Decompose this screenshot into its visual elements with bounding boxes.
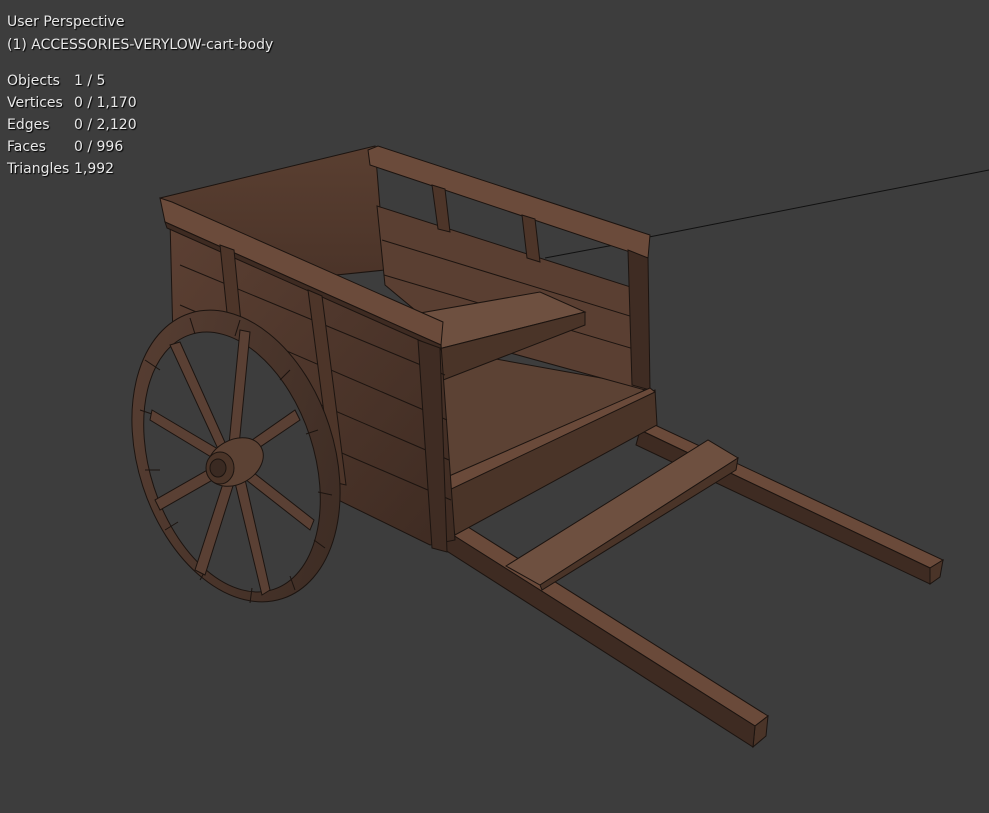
stat-label: Triangles <box>7 161 70 177</box>
stat-label: Faces <box>7 139 46 155</box>
stat-row-edges: Edges 0 / 2,120 <box>7 114 137 136</box>
viewport-view-name: User Perspective <box>7 14 125 30</box>
stat-label: Vertices <box>7 95 63 111</box>
active-object-name: (1) ACCESSORIES-VERYLOW-cart-body <box>7 37 274 53</box>
stat-row-faces: Faces 0 / 996 <box>7 136 137 158</box>
scene-statistics: Objects 1 / 5 Vertices 0 / 1,170 Edges 0… <box>7 70 137 180</box>
stat-value: 1,992 <box>74 161 115 177</box>
stat-value: 0 / 996 <box>74 139 124 155</box>
stat-value: 1 / 5 <box>74 73 106 89</box>
3d-viewport[interactable]: User Perspective (1) ACCESSORIES-VERYLOW… <box>0 0 989 813</box>
stat-label: Edges <box>7 117 50 133</box>
stat-value: 0 / 1,170 <box>74 95 137 111</box>
stat-row-triangles: Triangles 1,992 <box>7 158 137 180</box>
stat-value: 0 / 2,120 <box>74 117 137 133</box>
cart-model[interactable] <box>0 0 989 813</box>
stat-row-objects: Objects 1 / 5 <box>7 70 137 92</box>
stat-row-vertices: Vertices 0 / 1,170 <box>7 92 137 114</box>
stat-label: Objects <box>7 73 60 89</box>
